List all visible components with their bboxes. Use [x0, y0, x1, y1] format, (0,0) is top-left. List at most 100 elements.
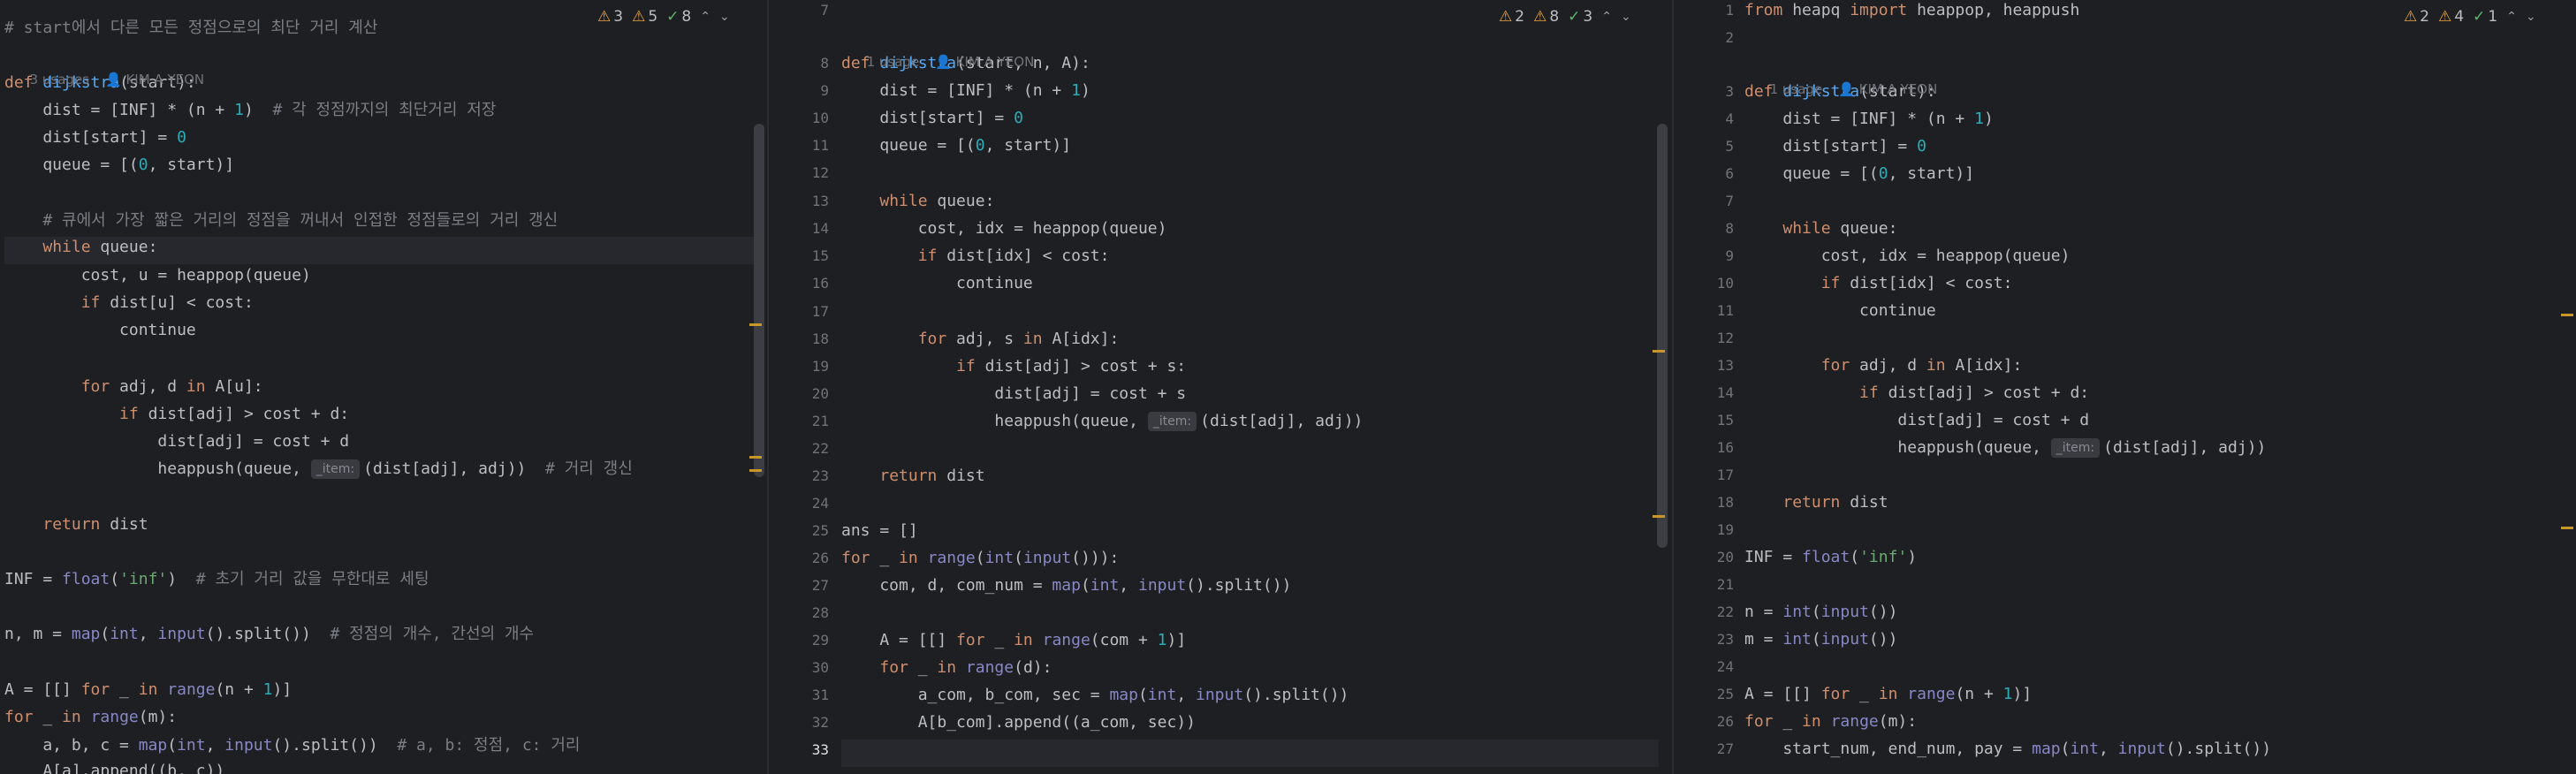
- line-number[interactable]: 6: [1725, 160, 1734, 187]
- code-line[interactable]: # 큐에서 가장 짧은 거리의 정점을 꺼내서 인접한 정점들로의 거리 갱신: [4, 207, 558, 234]
- scrollbar[interactable]: [749, 0, 765, 774]
- code-line[interactable]: A[b_com].append((a_com, sec)): [841, 709, 1196, 736]
- code-line[interactable]: while queue:: [1744, 215, 1897, 242]
- weak-warning-count[interactable]: ⚠ 8: [1533, 8, 1559, 26]
- code-line[interactable]: INF = float('inf') # 초기 거리 값을 무한대로 세팅: [4, 565, 429, 593]
- error-stripe-mark[interactable]: [749, 323, 762, 326]
- line-number-gutter[interactable]: 1 2 3 4 5 6 7 8 9 10 11 12 13 14 15 16 17 18 19 20 21 22 23 24 2…: [1674, 0, 1744, 774]
- line-number[interactable]: 24: [1717, 653, 1734, 680]
- line-number[interactable]: 30: [812, 654, 829, 681]
- editor-pane-middle[interactable]: 7 8 9 10 11 12 13 14 15 16 17 18 19 20 21 22 23 24 25 26 27 2…: [769, 0, 1672, 774]
- line-number[interactable]: 17: [812, 298, 829, 325]
- line-number[interactable]: 18: [812, 325, 829, 353]
- line-number[interactable]: 11: [812, 132, 829, 159]
- code-line[interactable]: if dist[u] < cost:: [4, 289, 254, 316]
- code-line[interactable]: return dist: [1744, 489, 1888, 516]
- code-line[interactable]: dist[start] = 0: [841, 104, 1023, 132]
- scrollbar-thumb[interactable]: [754, 124, 764, 477]
- line-number[interactable]: 7: [1725, 187, 1734, 215]
- code-line[interactable]: dist = [INF] * (n + 1): [841, 77, 1090, 104]
- code-line[interactable]: A = [[] for _ in range(n + 1)]: [4, 676, 292, 703]
- code-line[interactable]: m = int(input()): [1744, 626, 1897, 653]
- line-number[interactable]: 11: [1717, 297, 1734, 324]
- line-number[interactable]: 19: [812, 353, 829, 380]
- weak-warning-count[interactable]: ⚠ 4: [2438, 8, 2464, 26]
- code-line[interactable]: cost, idx = heappop(queue): [841, 215, 1167, 242]
- inspection-widget[interactable]: ⚠ 2 ⚠ 4 ✓ 1 ⌃ ⌄: [2398, 5, 2536, 28]
- chevron-down-icon[interactable]: ⌄: [719, 10, 730, 24]
- code-line[interactable]: dist[start] = 0: [1744, 133, 1926, 160]
- code-line[interactable]: queue = [(0, start)]: [1744, 160, 1974, 187]
- line-number[interactable]: 23: [812, 462, 829, 489]
- warning-count[interactable]: ⚠ 2: [2404, 8, 2429, 26]
- line-number[interactable]: 10: [812, 104, 829, 132]
- line-number[interactable]: 21: [812, 407, 829, 435]
- code-line[interactable]: for _ in range(m):: [4, 703, 177, 731]
- line-number[interactable]: 26: [812, 544, 829, 572]
- code-line[interactable]: # start에서 다른 모든 정점으로의 최단 거리 계산: [4, 14, 377, 42]
- typo-count[interactable]: ✓ 3: [1568, 8, 1592, 26]
- code-line[interactable]: for _ in range(int(input())):: [841, 544, 1119, 572]
- error-stripe-mark[interactable]: [749, 456, 762, 459]
- line-number[interactable]: 9: [820, 77, 829, 104]
- code-line[interactable]: n, m = map(int, input().split()) # 정점의 개…: [4, 620, 534, 648]
- code-line[interactable]: a, b, c = map(int, input().split()) # a,…: [4, 732, 580, 759]
- line-number[interactable]: 27: [1717, 735, 1734, 763]
- code-line[interactable]: for adj, d in A[u]:: [4, 373, 263, 400]
- code-line[interactable]: dist[adj] = cost + s: [841, 380, 1186, 407]
- code-line[interactable]: for adj, s in A[idx]:: [841, 325, 1120, 353]
- code-area[interactable]: def dijkstra(start, n, A): dist = [INF] …: [841, 0, 1659, 774]
- line-number[interactable]: 32: [812, 709, 829, 736]
- error-stripe-mark[interactable]: [1653, 350, 1665, 353]
- line-number[interactable]: 15: [1717, 406, 1734, 434]
- code-line[interactable]: if dist[idx] < cost:: [1744, 269, 2013, 297]
- error-stripe-mark[interactable]: [2561, 527, 2573, 529]
- author-hint[interactable]: 👤 KIM A YEON: [935, 54, 1034, 70]
- inspection-widget[interactable]: ⚠ 3 ⚠ 5 ✓ 8 ⌃ ⌄: [592, 5, 730, 28]
- code-line[interactable]: return dist: [4, 511, 148, 538]
- code-line[interactable]: dist[adj] = cost + d: [1744, 406, 2089, 434]
- code-line[interactable]: com, d, com_num = map(int, input().split…: [841, 572, 1291, 599]
- code-line[interactable]: queue = [(0, start)]: [4, 151, 234, 178]
- line-number[interactable]: 25: [812, 517, 829, 544]
- line-number[interactable]: 21: [1717, 571, 1734, 598]
- code-line[interactable]: heappush(queue, _item: (dist[adj], adj)) …: [4, 455, 633, 482]
- error-stripe-mark[interactable]: [2561, 314, 2573, 316]
- line-number[interactable]: 20: [1717, 543, 1734, 571]
- line-number[interactable]: 22: [812, 435, 829, 462]
- line-number[interactable]: 8: [820, 49, 829, 77]
- line-number[interactable]: 3: [1725, 78, 1734, 105]
- typo-count[interactable]: ✓ 1: [2473, 8, 2497, 26]
- usages-hint[interactable]: 3 usages: [30, 72, 89, 87]
- line-number[interactable]: 22: [1717, 598, 1734, 626]
- line-number[interactable]: 8: [1725, 215, 1734, 242]
- line-number[interactable]: 16: [812, 269, 829, 297]
- code-line[interactable]: continue: [1744, 297, 1936, 324]
- code-line[interactable]: A[a].append((b, c)): [4, 757, 224, 774]
- code-line[interactable]: for _ in range(m):: [1744, 708, 1917, 735]
- code-line[interactable]: start_num, end_num, pay = map(int, input…: [1744, 735, 2271, 763]
- author-hint[interactable]: 👤 KIM A YEON: [1838, 81, 1937, 97]
- code-line[interactable]: for _ in range(d):: [841, 654, 1052, 681]
- line-number[interactable]: 5: [1725, 133, 1734, 160]
- code-line[interactable]: queue = [(0, start)]: [841, 132, 1071, 159]
- line-number[interactable]: 14: [812, 215, 829, 242]
- code-line[interactable]: heappush(queue, _item: (dist[adj], adj)): [1744, 434, 2266, 461]
- code-line[interactable]: from heapq import heappop, heappush: [1744, 0, 2079, 24]
- chevron-down-icon[interactable]: ⌄: [2526, 10, 2536, 24]
- warning-count[interactable]: ⚠ 3: [597, 8, 623, 26]
- weak-warning-count[interactable]: ⚠ 5: [632, 8, 657, 26]
- code-line[interactable]: continue: [841, 269, 1033, 297]
- codevision-hint[interactable]: 3 usages 👤 KIM A YEON: [4, 48, 205, 87]
- scrollbar-thumb[interactable]: [1657, 124, 1668, 548]
- line-number[interactable]: 20: [812, 380, 829, 407]
- line-number[interactable]: 24: [812, 489, 829, 517]
- line-number-gutter[interactable]: 7 8 9 10 11 12 13 14 15 16 17 18 19 20 21 22 23 24 25 26 27 2…: [769, 0, 840, 774]
- author-hint[interactable]: 👤 KIM A YEON: [105, 72, 204, 87]
- code-line[interactable]: if dist[adj] > cost + s:: [841, 353, 1186, 380]
- scrollbar[interactable]: [2561, 0, 2573, 774]
- code-area[interactable]: # start에서 다른 모든 정점으로의 최단 거리 계산 def dijkst…: [4, 0, 756, 774]
- code-line[interactable]: if dist[adj] > cost + d:: [4, 400, 349, 428]
- line-number[interactable]: 29: [812, 626, 829, 654]
- line-number[interactable]: 13: [1717, 352, 1734, 379]
